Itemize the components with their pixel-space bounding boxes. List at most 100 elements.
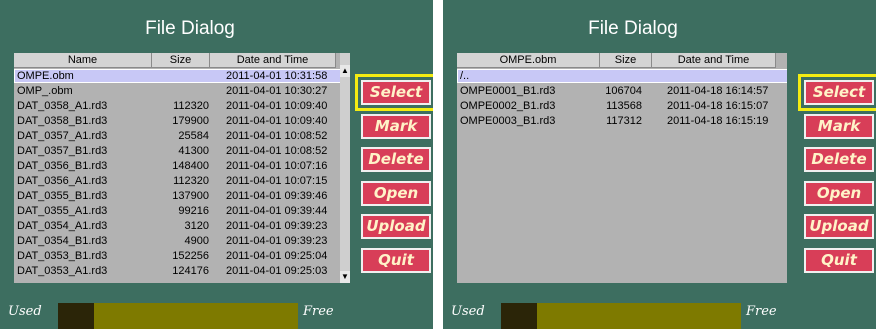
file-row[interactable]: OMP_.obm 2011-04-01 10:30:27	[14, 84, 350, 98]
file-name: OMPE0001_B1.rd3	[460, 85, 556, 97]
file-name: OMPE0002_B1.rd3	[460, 100, 556, 112]
used-bar	[501, 303, 537, 329]
column-header-size[interactable]: Size	[152, 53, 210, 68]
file-name: /..	[460, 70, 470, 82]
file-date: 2011-04-01 09:39:44	[226, 205, 328, 217]
dialog-title: File Dialog	[145, 18, 235, 39]
file-row[interactable]: OMPE.obm 2011-04-01 10:31:58	[14, 69, 350, 83]
dialog-title: File Dialog	[588, 18, 678, 39]
file-dialog-right: File Dialog OMPE.obm Size Date and Time …	[443, 0, 876, 329]
used-label: Used	[451, 304, 485, 319]
file-date: 2011-04-01 10:09:40	[226, 100, 328, 112]
file-row[interactable]: DAT_0354_B1.rd3 4900 2011-04-01 09:39:23	[14, 234, 350, 248]
file-size: 179900	[172, 115, 209, 127]
file-size: 41300	[178, 145, 209, 157]
scroll-down-icon[interactable]: ▼	[340, 271, 350, 283]
file-row[interactable]: /..	[457, 69, 787, 83]
file-date: 2011-04-01 10:09:40	[226, 115, 328, 127]
file-name: DAT_0356_A1.rd3	[17, 175, 108, 187]
free-label: Free	[303, 304, 334, 319]
file-row[interactable]: DAT_0356_B1.rd3 148400 2011-04-01 10:07:16	[14, 159, 350, 173]
file-size: 152256	[172, 250, 209, 262]
file-row[interactable]: DAT_0355_B1.rd3 137900 2011-04-01 09:39:46	[14, 189, 350, 203]
file-row[interactable]: OMPE0001_B1.rd3 106704 2011-04-18 16:14:57	[457, 84, 787, 98]
file-name: DAT_0358_B1.rd3	[17, 115, 108, 127]
file-name: OMP_.obm	[17, 85, 73, 97]
file-name: OMPE.obm	[17, 70, 74, 82]
file-date: 2011-04-01 10:30:27	[226, 85, 328, 97]
quit-button[interactable]: Quit	[804, 247, 874, 273]
file-name: DAT_0356_B1.rd3	[17, 160, 108, 172]
file-date: 2011-04-01 09:25:04	[226, 250, 328, 262]
file-date: 2011-04-01 09:25:03	[226, 265, 328, 277]
file-row[interactable]: DAT_0356_A1.rd3 112320 2011-04-01 10:07:15	[14, 174, 350, 188]
file-row[interactable]: DAT_0355_A1.rd3 99216 2011-04-01 09:39:44	[14, 204, 350, 218]
file-name: DAT_0353_B1.rd3	[17, 250, 108, 262]
mark-button[interactable]: Mark	[361, 113, 431, 139]
vertical-scrollbar[interactable]: ▲ ▼	[340, 53, 350, 283]
file-name: DAT_0353_A1.rd3	[17, 265, 108, 277]
file-row[interactable]: DAT_0353_A1.rd3 124176 2011-04-01 09:25:03	[14, 264, 350, 278]
file-date: 2011-04-18 16:15:19	[667, 115, 769, 127]
file-row[interactable]: OMPE0002_B1.rd3 113568 2011-04-18 16:15:07	[457, 99, 787, 113]
file-row[interactable]: DAT_0358_A1.rd3 112320 2011-04-01 10:09:40	[14, 99, 350, 113]
file-size: 99216	[178, 205, 209, 217]
file-size: 137900	[172, 190, 209, 202]
column-header-date[interactable]: Date and Time	[652, 53, 776, 68]
open-button[interactable]: Open	[361, 180, 431, 206]
file-date: 2011-04-01 10:07:16	[226, 160, 328, 172]
column-header-folder[interactable]: OMPE.obm	[457, 53, 600, 68]
file-date: 2011-04-01 10:07:15	[226, 175, 328, 187]
column-header-size[interactable]: Size	[600, 53, 652, 68]
file-name: DAT_0354_A1.rd3	[17, 220, 108, 232]
file-date: 2011-04-01 09:39:23	[226, 220, 328, 232]
used-bar	[58, 303, 94, 329]
select-button[interactable]: Select	[355, 74, 433, 111]
file-row[interactable]: DAT_0353_B1.rd3 152256 2011-04-01 09:25:04	[14, 249, 350, 263]
file-name: DAT_0358_A1.rd3	[17, 100, 108, 112]
file-name: DAT_0354_B1.rd3	[17, 235, 108, 247]
storage-meter: Used Free	[0, 293, 433, 329]
used-label: Used	[8, 304, 42, 319]
file-row[interactable]: DAT_0357_A1.rd3 25584 2011-04-01 10:08:52	[14, 129, 350, 143]
open-button[interactable]: Open	[804, 180, 874, 206]
file-size: 112320	[173, 175, 209, 187]
file-name: OMPE0003_B1.rd3	[460, 115, 556, 127]
file-row[interactable]: OMPE0003_B1.rd3 117312 2011-04-18 16:15:19	[457, 114, 787, 128]
file-date: 2011-04-18 16:15:07	[667, 100, 769, 112]
upload-button[interactable]: Upload	[804, 214, 874, 239]
quit-button[interactable]: Quit	[361, 247, 431, 273]
file-size: 117312	[606, 115, 642, 127]
mark-button[interactable]: Mark	[804, 113, 874, 139]
file-date: 2011-04-01 10:31:58	[226, 70, 328, 82]
file-date: 2011-04-01 09:39:46	[226, 190, 328, 202]
free-label: Free	[746, 304, 777, 319]
delete-button[interactable]: Delete	[804, 147, 874, 172]
storage-meter: Used Free	[443, 293, 876, 329]
file-size: 106704	[605, 85, 642, 97]
file-size: 124176	[172, 265, 209, 277]
file-name: DAT_0355_A1.rd3	[17, 205, 108, 217]
file-size: 25584	[178, 130, 209, 142]
file-list[interactable]: Name Size Date and Time OMPE.obm 2011-04-…	[14, 53, 350, 283]
upload-button[interactable]: Upload	[361, 214, 431, 239]
file-size: 148400	[172, 160, 209, 172]
delete-button[interactable]: Delete	[361, 147, 431, 172]
file-date: 2011-04-01 10:08:52	[226, 145, 328, 157]
column-header-date[interactable]: Date and Time	[210, 53, 336, 68]
file-size: 112320	[173, 100, 209, 112]
file-row[interactable]: DAT_0354_A1.rd3 3120 2011-04-01 09:39:23	[14, 219, 350, 233]
free-bar	[94, 303, 298, 329]
column-header-name[interactable]: Name	[14, 53, 152, 68]
select-button[interactable]: Select	[798, 74, 876, 111]
file-row[interactable]: DAT_0358_B1.rd3 179900 2011-04-01 10:09:40	[14, 114, 350, 128]
free-bar	[537, 303, 741, 329]
file-size: 4900	[184, 235, 209, 247]
file-name: DAT_0355_B1.rd3	[17, 190, 108, 202]
file-size: 3120	[184, 220, 209, 232]
file-name: DAT_0357_A1.rd3	[17, 130, 108, 142]
file-list[interactable]: OMPE.obm Size Date and Time /.. OMPE0001_…	[457, 53, 787, 283]
file-date: 2011-04-18 16:14:57	[667, 85, 769, 97]
scroll-up-icon[interactable]: ▲	[340, 65, 350, 77]
file-row[interactable]: DAT_0357_B1.rd3 41300 2011-04-01 10:08:52	[14, 144, 350, 158]
